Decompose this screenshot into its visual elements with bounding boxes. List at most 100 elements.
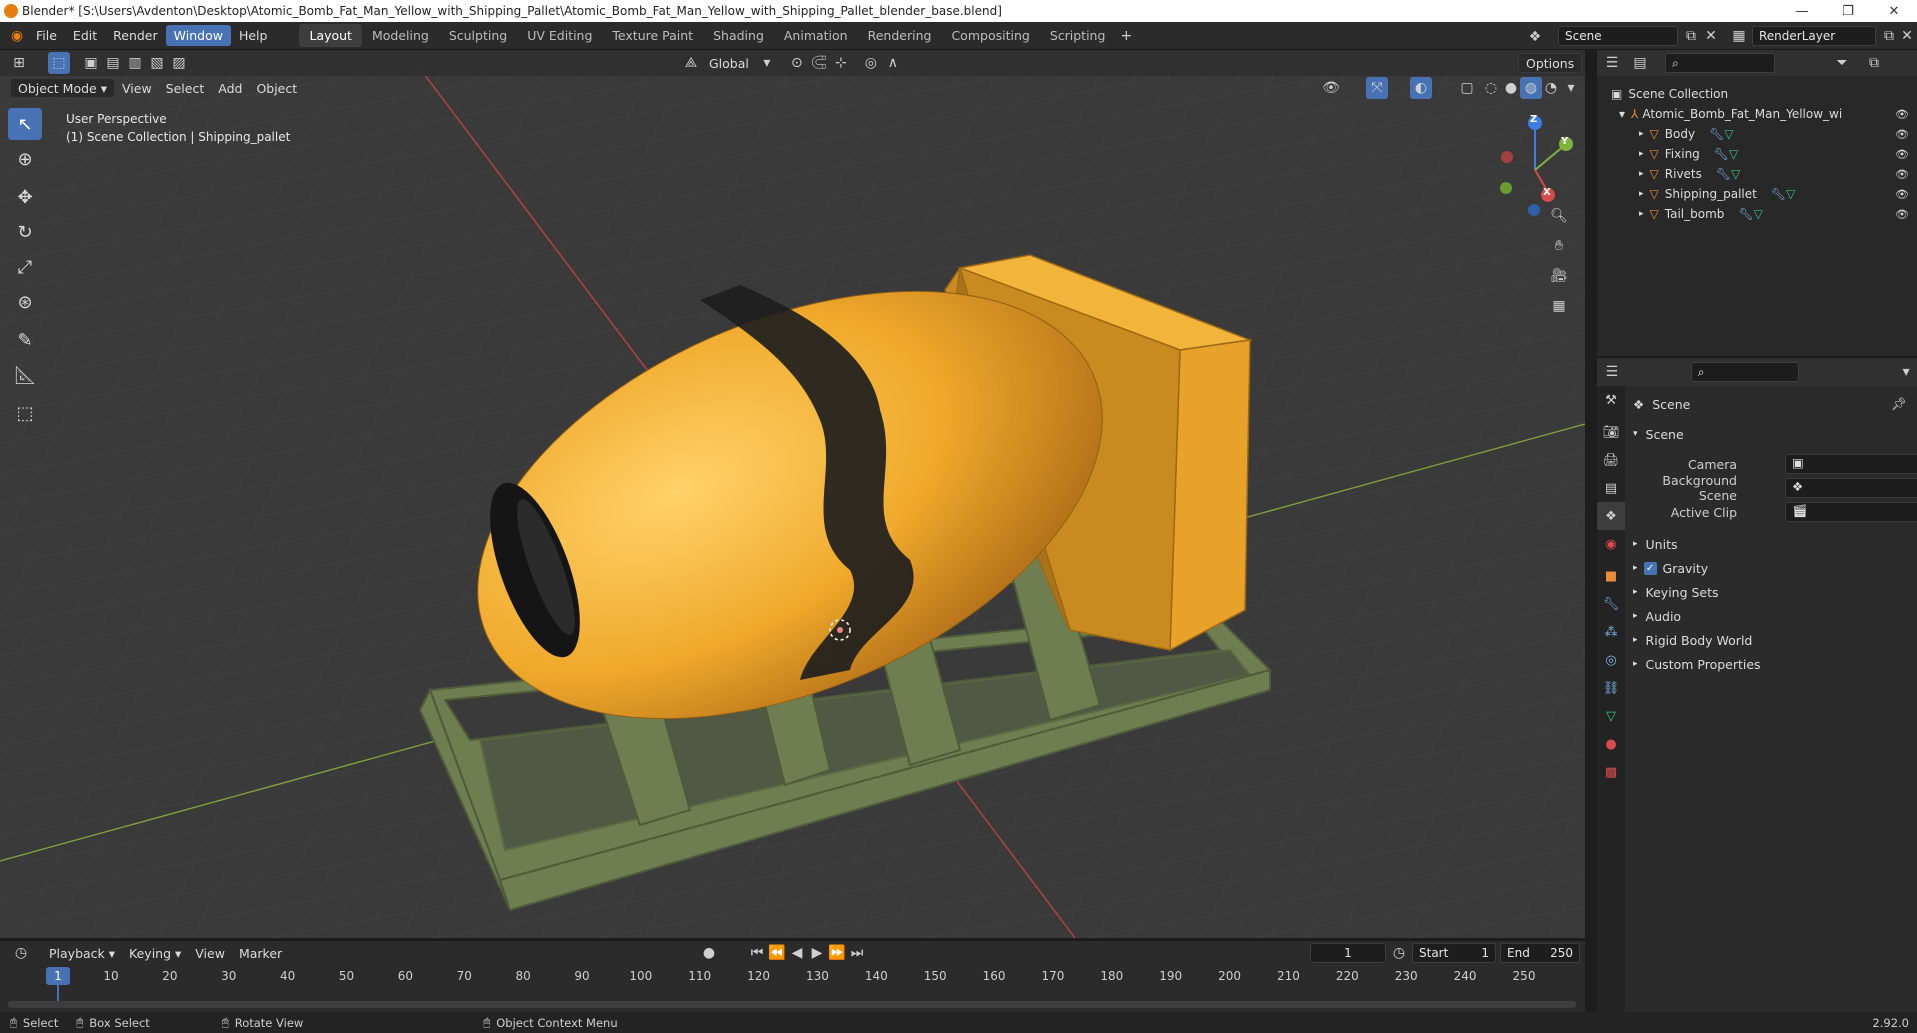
gizmo-z-label[interactable]: Z: [1530, 114, 1537, 125]
modifier-tab-icon[interactable]: 🔧︎: [1597, 590, 1625, 618]
particles-tab-icon[interactable]: ⁂: [1597, 618, 1625, 646]
new-collection-icon[interactable]: ⧉: [1863, 52, 1885, 74]
proportional-edit-icon[interactable]: ◎: [860, 52, 882, 74]
menu-help[interactable]: Help: [231, 25, 276, 46]
add-cube-tool-icon[interactable]: ⬚: [8, 397, 42, 429]
camera-view-icon[interactable]: 🎥︎: [1548, 265, 1570, 287]
workspace-tab-scripting[interactable]: Scripting: [1040, 24, 1116, 47]
delete-scene-icon[interactable]: ✕: [1700, 25, 1722, 47]
frame-ruler[interactable]: 1 10 20 30 40 50 60 70 80 90 100 110 120 130 140 150 160…: [0, 941, 1585, 1013]
workspace-tab-animation[interactable]: Animation: [774, 24, 858, 47]
menu-file[interactable]: File: [28, 25, 65, 46]
physics-tab-icon[interactable]: ◎: [1597, 646, 1625, 674]
custom-properties-panel-header[interactable]: ▸ Custom Properties: [1633, 652, 1917, 676]
workspace-tab-texture-paint[interactable]: Texture Paint: [602, 24, 703, 47]
select-tool-icon[interactable]: ↖: [8, 108, 42, 140]
snap-icon[interactable]: 🧲︎: [808, 52, 830, 74]
shading-wireframe-icon[interactable]: ◌: [1480, 77, 1502, 99]
orientation-icon[interactable]: ⟁: [680, 52, 702, 74]
add-workspace-icon[interactable]: +: [1115, 25, 1137, 47]
pivot-point-icon[interactable]: ⊙: [786, 52, 808, 74]
viewport-menu-select[interactable]: Select: [159, 78, 212, 98]
minimize-button[interactable]: —: [1779, 0, 1825, 22]
gizmo-x-label[interactable]: X: [1543, 187, 1551, 198]
outliner-item-body[interactable]: ▸ ▽ Body 🔧︎ ▽ 👁︎: [1597, 124, 1917, 144]
world-tab-icon[interactable]: ◉: [1597, 530, 1625, 558]
outliner-item-tail-bomb[interactable]: ▸ ▽ Tail_bomb 🔧︎ ▽ 👁︎: [1597, 204, 1917, 224]
render-layer-field[interactable]: RenderLayer: [1752, 26, 1876, 46]
units-panel-header[interactable]: ▸ Units: [1633, 532, 1917, 556]
shading-solid-icon[interactable]: ●: [1500, 77, 1522, 99]
viewport-menu-view[interactable]: View: [115, 78, 159, 98]
outliner-editor-type-icon[interactable]: ☰: [1601, 52, 1623, 74]
visibility-icon[interactable]: 👁︎: [1320, 77, 1342, 99]
maximize-button[interactable]: ❐: [1825, 0, 1871, 22]
workspace-tab-uv-editing[interactable]: UV Editing: [517, 24, 602, 47]
rotate-tool-icon[interactable]: ↻: [8, 216, 42, 248]
active-clip-field[interactable]: 🎬︎: [1785, 502, 1917, 522]
overlay-toggle-icon[interactable]: ◐: [1410, 77, 1432, 99]
constraints-tab-icon[interactable]: ⛓: [1597, 674, 1625, 702]
outliner-item-rivets[interactable]: ▸ ▽ Rivets 🔧︎ ▽ 👁︎: [1597, 164, 1917, 184]
render-tab-icon[interactable]: 📷︎: [1597, 418, 1625, 446]
camera-field[interactable]: ▣✎: [1785, 454, 1917, 474]
outliner-item-fixing[interactable]: ▸ ▽ Fixing 🔧︎ ▽ 👁︎: [1597, 144, 1917, 164]
transform-orientation-dropdown[interactable]: Global: [702, 53, 756, 73]
close-window-button[interactable]: ✕: [1871, 0, 1917, 22]
falloff-icon[interactable]: ∧: [882, 52, 904, 74]
visibility-eye-icon[interactable]: 👁︎: [1895, 208, 1909, 221]
menu-render[interactable]: Render: [105, 25, 166, 46]
timeline-scrollbar[interactable]: [8, 1001, 1576, 1008]
gizmo-y-label[interactable]: Y: [1561, 136, 1568, 147]
mode-extend-icon[interactable]: ▤: [102, 52, 124, 74]
mode-intersect-icon[interactable]: ▨: [168, 52, 190, 74]
3d-viewport[interactable]: Z Y X 🔍︎ ✋︎ 🎥︎ ▦ User Perspective (1) Sc…: [0, 50, 1585, 938]
visibility-eye-icon[interactable]: 👁︎: [1895, 128, 1909, 141]
menu-window[interactable]: Window: [165, 25, 231, 46]
chevron-down-icon[interactable]: ▾: [1895, 361, 1917, 383]
pin-icon[interactable]: 📌︎: [1891, 396, 1907, 412]
viewport-menu-object[interactable]: Object: [249, 78, 304, 98]
workspace-tab-modeling[interactable]: Modeling: [362, 24, 439, 47]
viewport-menu-add[interactable]: Add: [211, 78, 249, 98]
output-tab-icon[interactable]: 🖨︎: [1597, 446, 1625, 474]
properties-editor-type-icon[interactable]: ☰: [1601, 361, 1623, 383]
workspace-tab-layout[interactable]: Layout: [299, 24, 362, 47]
shading-rendered-icon[interactable]: ◔: [1540, 77, 1562, 99]
measure-tool-icon[interactable]: 📐︎: [8, 359, 42, 391]
shading-options-icon[interactable]: ▾: [1560, 77, 1582, 99]
visibility-eye-icon[interactable]: 👁︎: [1895, 108, 1909, 121]
menu-edit[interactable]: Edit: [65, 25, 105, 46]
view-layer-tab-icon[interactable]: ▤: [1597, 474, 1625, 502]
select-box-tool-icon[interactable]: ⬚: [48, 52, 70, 74]
object-mode-dropdown[interactable]: Object Mode ▾: [10, 78, 115, 98]
gizmo-toggle-icon[interactable]: ⤧: [1366, 77, 1388, 99]
data-tab-icon[interactable]: ▽: [1597, 702, 1625, 730]
mode-new-icon[interactable]: ▣: [80, 52, 102, 74]
new-scene-icon[interactable]: ⧉: [1680, 25, 1702, 47]
move-tool-icon[interactable]: ✥: [8, 181, 42, 213]
editor-type-icon[interactable]: ⊞: [8, 52, 30, 74]
visibility-eye-icon[interactable]: 👁︎: [1895, 148, 1909, 161]
scene-name-field[interactable]: Scene: [1558, 26, 1678, 46]
scene-browse-icon[interactable]: ❖: [1524, 26, 1546, 48]
annotate-tool-icon[interactable]: ✎: [8, 324, 42, 356]
zoom-icon[interactable]: 🔍︎: [1548, 205, 1570, 227]
shading-material-icon[interactable]: ◍: [1520, 77, 1542, 99]
tool-tab-icon[interactable]: ⚒: [1597, 386, 1625, 414]
filter-icon[interactable]: ⏷: [1831, 52, 1853, 74]
background-scene-field[interactable]: ❖: [1785, 478, 1917, 498]
workspace-tab-sculpting[interactable]: Sculpting: [439, 24, 517, 47]
options-dropdown[interactable]: Options: [1518, 53, 1583, 73]
scene-tab-icon[interactable]: ❖: [1597, 502, 1625, 530]
gravity-panel-header[interactable]: ▸ ✓ Gravity: [1633, 556, 1917, 580]
visibility-eye-icon[interactable]: 👁︎: [1895, 188, 1909, 201]
workspace-tab-shading[interactable]: Shading: [703, 24, 774, 47]
view-layer-browse-icon[interactable]: ▦: [1728, 25, 1750, 47]
visibility-eye-icon[interactable]: 👁︎: [1895, 168, 1909, 181]
outliner-item-shipping-pallet[interactable]: ▸ ▽ Shipping_pallet 🔧︎ ▽ 👁︎: [1597, 184, 1917, 204]
gravity-checkbox[interactable]: ✓: [1643, 561, 1657, 575]
texture-tab-icon[interactable]: ▩: [1597, 758, 1625, 786]
snap-target-icon[interactable]: ⊹: [830, 52, 852, 74]
scene-panel-header[interactable]: ▾ Scene: [1633, 422, 1917, 446]
